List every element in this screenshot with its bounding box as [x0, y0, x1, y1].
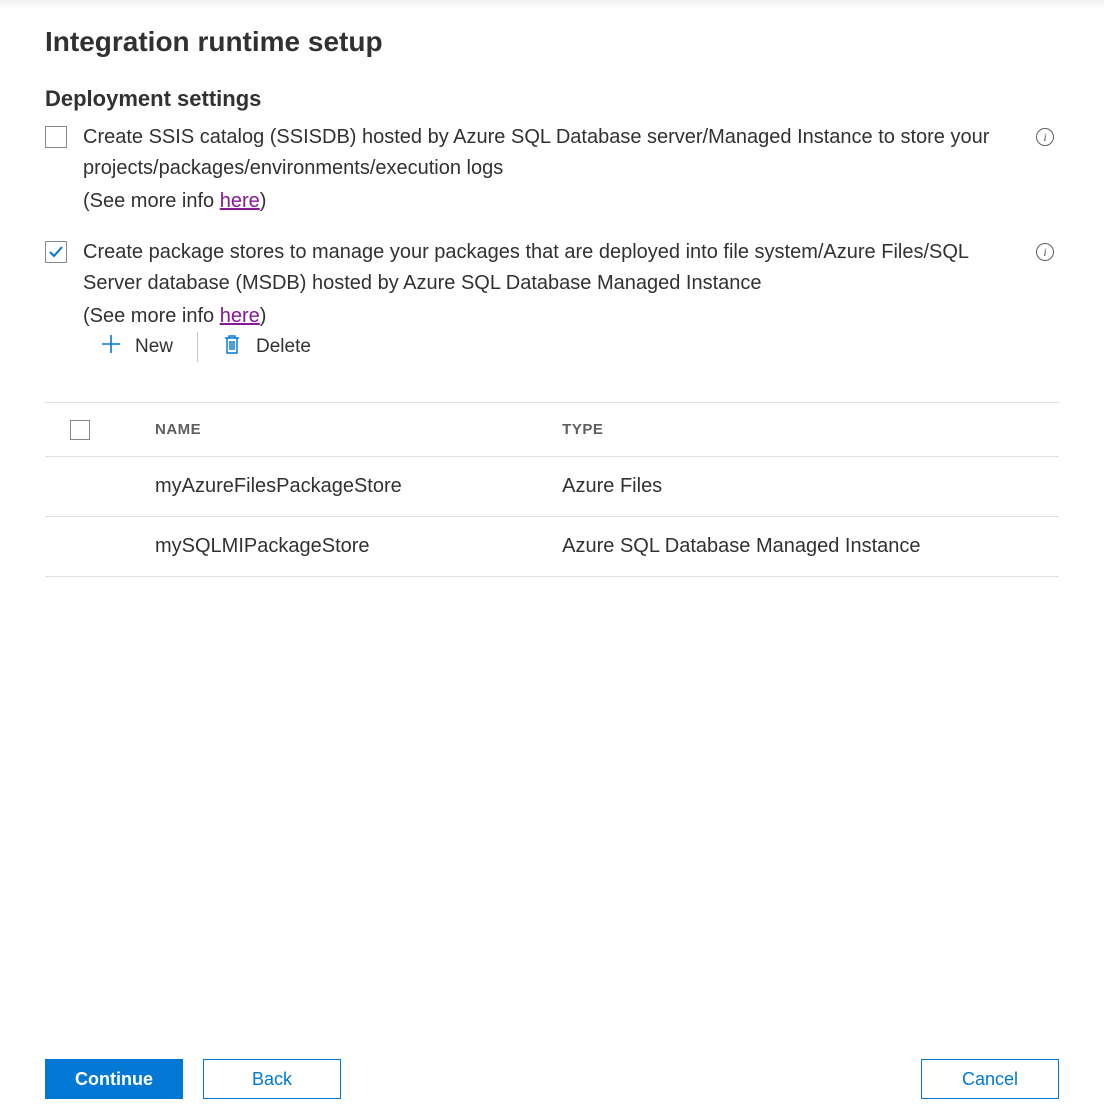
cell-name: myAzureFilesPackageStore — [115, 475, 562, 498]
delete-button[interactable]: Delete — [222, 333, 311, 361]
plus-icon — [101, 334, 121, 360]
option-package-stores: Create package stores to manage your pac… — [45, 237, 1059, 378]
moreinfo-link[interactable]: here — [220, 190, 260, 212]
table-row[interactable]: mySQLMIPackageStore Azure SQL Database M… — [45, 517, 1059, 577]
option-package-text: Create package stores to manage your pac… — [83, 237, 1015, 299]
checkbox-package-stores[interactable] — [45, 241, 67, 263]
option-ssis-moreinfo: (See more info here) — [83, 190, 1015, 213]
moreinfo-suffix: ) — [260, 190, 267, 212]
checkbox-select-all[interactable] — [70, 420, 90, 440]
delete-label: Delete — [256, 336, 311, 358]
option-package-moreinfo: (See more info here) — [83, 305, 1015, 328]
table-row[interactable]: myAzureFilesPackageStore Azure Files — [45, 457, 1059, 517]
back-button[interactable]: Back — [203, 1059, 341, 1099]
toolbar-separator — [197, 332, 198, 362]
moreinfo-prefix: (See more info — [83, 305, 220, 327]
col-header-type[interactable]: TYPE — [562, 421, 1059, 438]
info-icon[interactable]: i — [1036, 243, 1054, 261]
cancel-button[interactable]: Cancel — [921, 1059, 1059, 1099]
package-toolbar: New Delete — [101, 332, 1015, 362]
moreinfo-link[interactable]: here — [220, 305, 260, 327]
checkbox-ssis-catalog[interactable] — [45, 126, 67, 148]
cell-type: Azure SQL Database Managed Instance — [562, 535, 1059, 558]
option-ssis-text: Create SSIS catalog (SSISDB) hosted by A… — [83, 122, 1015, 184]
info-icon[interactable]: i — [1036, 128, 1054, 146]
moreinfo-prefix: (See more info — [83, 190, 220, 212]
new-label: New — [135, 336, 173, 358]
footer: Continue Back Cancel — [45, 1029, 1059, 1099]
cell-type: Azure Files — [562, 475, 1059, 498]
moreinfo-suffix: ) — [260, 305, 267, 327]
package-stores-table: NAME TYPE myAzureFilesPackageStore Azure… — [45, 402, 1059, 577]
continue-button[interactable]: Continue — [45, 1059, 183, 1099]
option-ssis-catalog: Create SSIS catalog (SSISDB) hosted by A… — [45, 122, 1059, 213]
trash-icon — [222, 333, 242, 361]
page-title: Integration runtime setup — [45, 26, 1059, 58]
section-title: Deployment settings — [45, 86, 1059, 112]
col-header-name[interactable]: NAME — [115, 421, 562, 438]
checkmark-icon — [48, 244, 64, 260]
cell-name: mySQLMIPackageStore — [115, 535, 562, 558]
new-button[interactable]: New — [101, 334, 173, 360]
table-header-row: NAME TYPE — [45, 403, 1059, 457]
